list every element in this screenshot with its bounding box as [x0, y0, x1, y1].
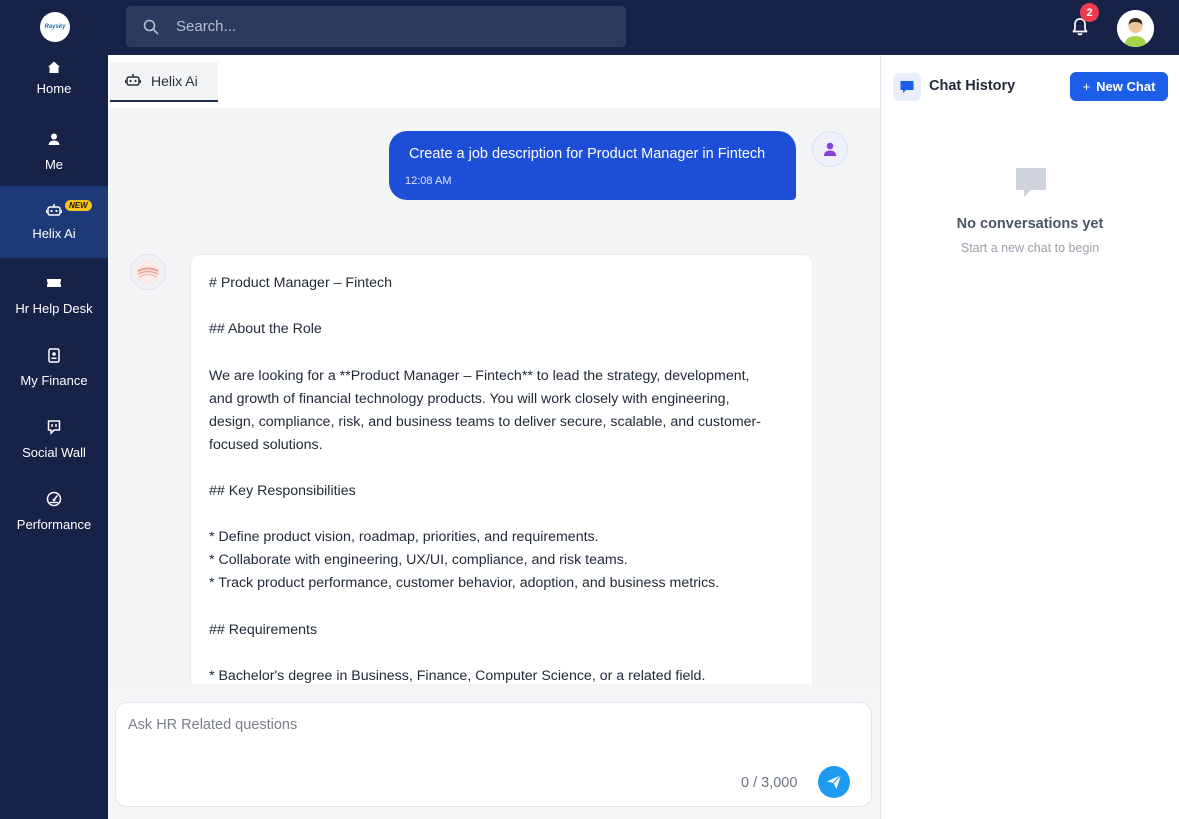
bot-avatar — [130, 254, 166, 290]
wallet-icon — [46, 347, 62, 363]
user-icon — [46, 131, 62, 147]
bot-message-line: * Collaborate with engineering, UX/UI, c… — [209, 552, 628, 568]
new-badge: NEW — [65, 200, 92, 211]
send-button[interactable] — [818, 766, 850, 798]
sidebar-item-performance[interactable]: Performance — [0, 491, 108, 563]
tab-helix-ai[interactable]: Helix Ai — [110, 62, 218, 102]
chat-history-title: Chat History — [929, 78, 1016, 94]
sidebar-item-helix-ai[interactable]: Helix Ai — [0, 186, 108, 258]
empty-state-title: No conversations yet — [956, 216, 1104, 232]
user-message-avatar — [812, 131, 848, 167]
message-composer: 0 / 3,000 — [115, 702, 872, 807]
chat-bubble-icon — [893, 73, 921, 101]
search-icon — [142, 18, 160, 36]
sidebar-item-label: Performance — [16, 517, 92, 532]
message-timestamp: 12:08 AM — [405, 175, 452, 187]
bot-message-line: * Bachelor's degree in Business, Finance… — [209, 668, 706, 684]
sidebar-item-social-wall[interactable]: Social Wall — [0, 419, 108, 491]
empty-state-subtitle: Start a new chat to begin — [960, 241, 1100, 255]
character-counter: 0 / 3,000 — [741, 775, 798, 791]
message-input[interactable] — [128, 717, 828, 757]
user-message-bubble: Create a job description for Product Man… — [389, 131, 796, 200]
sidebar-item-label: Helix Ai — [32, 226, 76, 241]
home-icon — [46, 59, 62, 75]
bot-message-line: ## About the Role — [209, 321, 322, 337]
bot-message-line: * Track product performance, customer be… — [209, 575, 720, 591]
bot-message-line: focused solutions. — [209, 437, 323, 453]
bot-message-line: design, compliance, risk, and business t… — [209, 414, 762, 430]
notification-count-badge: 2 — [1080, 3, 1099, 22]
robot-icon — [124, 73, 142, 89]
robot-icon — [46, 202, 62, 218]
bot-message-line: # Product Manager – Fintech — [209, 275, 392, 291]
sidebar-item-home[interactable]: Home — [0, 55, 108, 127]
user-message-text: Create a job description for Product Man… — [409, 146, 766, 162]
sidebar-item-label: Hr Help Desk — [15, 301, 93, 316]
bot-message-line: We are looking for a **Product Manager –… — [209, 368, 750, 384]
user-icon — [823, 142, 837, 156]
sidebar-item-label: Social Wall — [22, 445, 86, 460]
gauge-icon — [46, 491, 62, 507]
sidebar-item-my-finance[interactable]: My Finance — [0, 347, 108, 419]
bot-message-line: * Define product vision, roadmap, priori… — [209, 529, 599, 545]
new-chat-button[interactable]: + New Chat — [1070, 72, 1168, 101]
ticket-icon — [46, 275, 62, 291]
new-chat-label: New Chat — [1096, 79, 1156, 94]
search-bar[interactable] — [126, 6, 626, 47]
bot-message-bubble: # Product Manager – Fintech ## About the… — [190, 254, 813, 684]
user-avatar[interactable] — [1117, 10, 1154, 47]
bot-message-line: ## Key Responsibilities — [209, 483, 356, 499]
search-input[interactable] — [176, 18, 596, 35]
plus-icon: + — [1082, 79, 1091, 94]
sidebar-item-label: Home — [36, 81, 72, 96]
bot-message-line: ## Requirements — [209, 622, 318, 638]
send-icon — [827, 774, 842, 789]
bot-message-line: and growth of financial technology produ… — [209, 391, 730, 407]
tab-label: Helix Ai — [151, 73, 198, 89]
sidebar-item-label: My Finance — [20, 373, 88, 388]
tab-bar — [108, 55, 880, 108]
chat-square-icon — [46, 419, 62, 435]
empty-chat-icon — [1014, 166, 1048, 200]
sidebar-item-hr-help-desk[interactable]: Hr Help Desk — [0, 275, 108, 347]
top-bar: Raysky 2 — [0, 0, 1179, 55]
brand-logo[interactable]: Raysky — [40, 12, 70, 42]
sidebar-item-label: Me — [44, 157, 64, 172]
